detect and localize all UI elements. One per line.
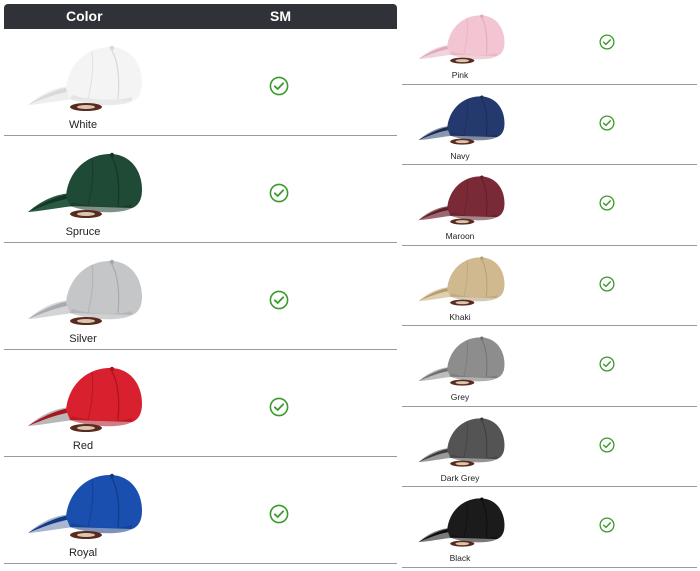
table-header: Color SM <box>4 4 397 29</box>
cap-image <box>22 465 144 545</box>
cap-image <box>22 144 144 224</box>
cap-image <box>414 7 506 69</box>
color-name-label: Royal <box>68 547 98 559</box>
color-row-red: Red <box>4 350 397 457</box>
check-circle-icon <box>269 290 289 310</box>
color-row-white: White <box>4 29 397 136</box>
color-name-label: Red <box>72 440 94 452</box>
cap-image <box>414 410 506 472</box>
check-circle-icon <box>269 504 289 524</box>
check-circle-icon <box>269 76 289 96</box>
color-name-label: White <box>68 119 98 131</box>
check-circle-icon <box>599 436 615 453</box>
check-circle-icon <box>599 275 615 292</box>
color-row-pink: Pink <box>402 4 697 85</box>
check-circle-icon <box>269 397 289 417</box>
cap-image <box>414 168 506 230</box>
cap-image <box>22 37 144 117</box>
cap-image <box>414 490 506 552</box>
cap-image <box>414 329 506 391</box>
left-rows: White Spruce Silver Red Royal <box>4 29 397 564</box>
right-rows: Pink Navy Maroon Khaki Grey Dark Grey Black <box>402 4 697 568</box>
color-row-dark-grey: Dark Grey <box>402 407 697 487</box>
color-row-black: Black <box>402 487 697 568</box>
color-name-label: Navy <box>450 150 470 161</box>
cap-image <box>414 249 506 311</box>
color-name-label: Black <box>449 553 471 563</box>
color-row-grey: Grey <box>402 326 697 407</box>
color-row-spruce: Spruce <box>4 136 397 243</box>
cap-image <box>22 251 144 331</box>
color-name-label: Dark Grey <box>440 472 480 483</box>
check-circle-icon <box>269 183 289 203</box>
color-name-label: Maroon <box>445 231 475 241</box>
check-circle-icon <box>599 114 615 131</box>
color-row-royal: Royal <box>4 457 397 564</box>
color-name-label: Grey <box>450 392 470 402</box>
color-availability-table-right: Pink Navy Maroon Khaki Grey Dark Grey Black <box>402 4 697 568</box>
color-availability-table-left: Color SM White Spruce Silver Red Royal <box>4 4 397 564</box>
color-name-label: Silver <box>69 333 97 345</box>
size-column-header: SM <box>270 8 291 24</box>
color-row-maroon: Maroon <box>402 165 697 246</box>
cap-image <box>414 88 506 150</box>
color-column-header: Color <box>66 8 103 24</box>
check-circle-icon <box>599 356 615 372</box>
color-name-label: Khaki <box>449 311 471 322</box>
check-circle-icon <box>599 195 615 211</box>
color-name-label: Spruce <box>65 226 101 238</box>
color-row-silver: Silver <box>4 243 397 350</box>
color-row-khaki: Khaki <box>402 246 697 326</box>
check-circle-icon <box>599 34 615 50</box>
check-circle-icon <box>599 517 615 533</box>
color-row-navy: Navy <box>402 85 697 165</box>
color-name-label: Pink <box>451 70 469 80</box>
cap-image <box>22 358 144 438</box>
